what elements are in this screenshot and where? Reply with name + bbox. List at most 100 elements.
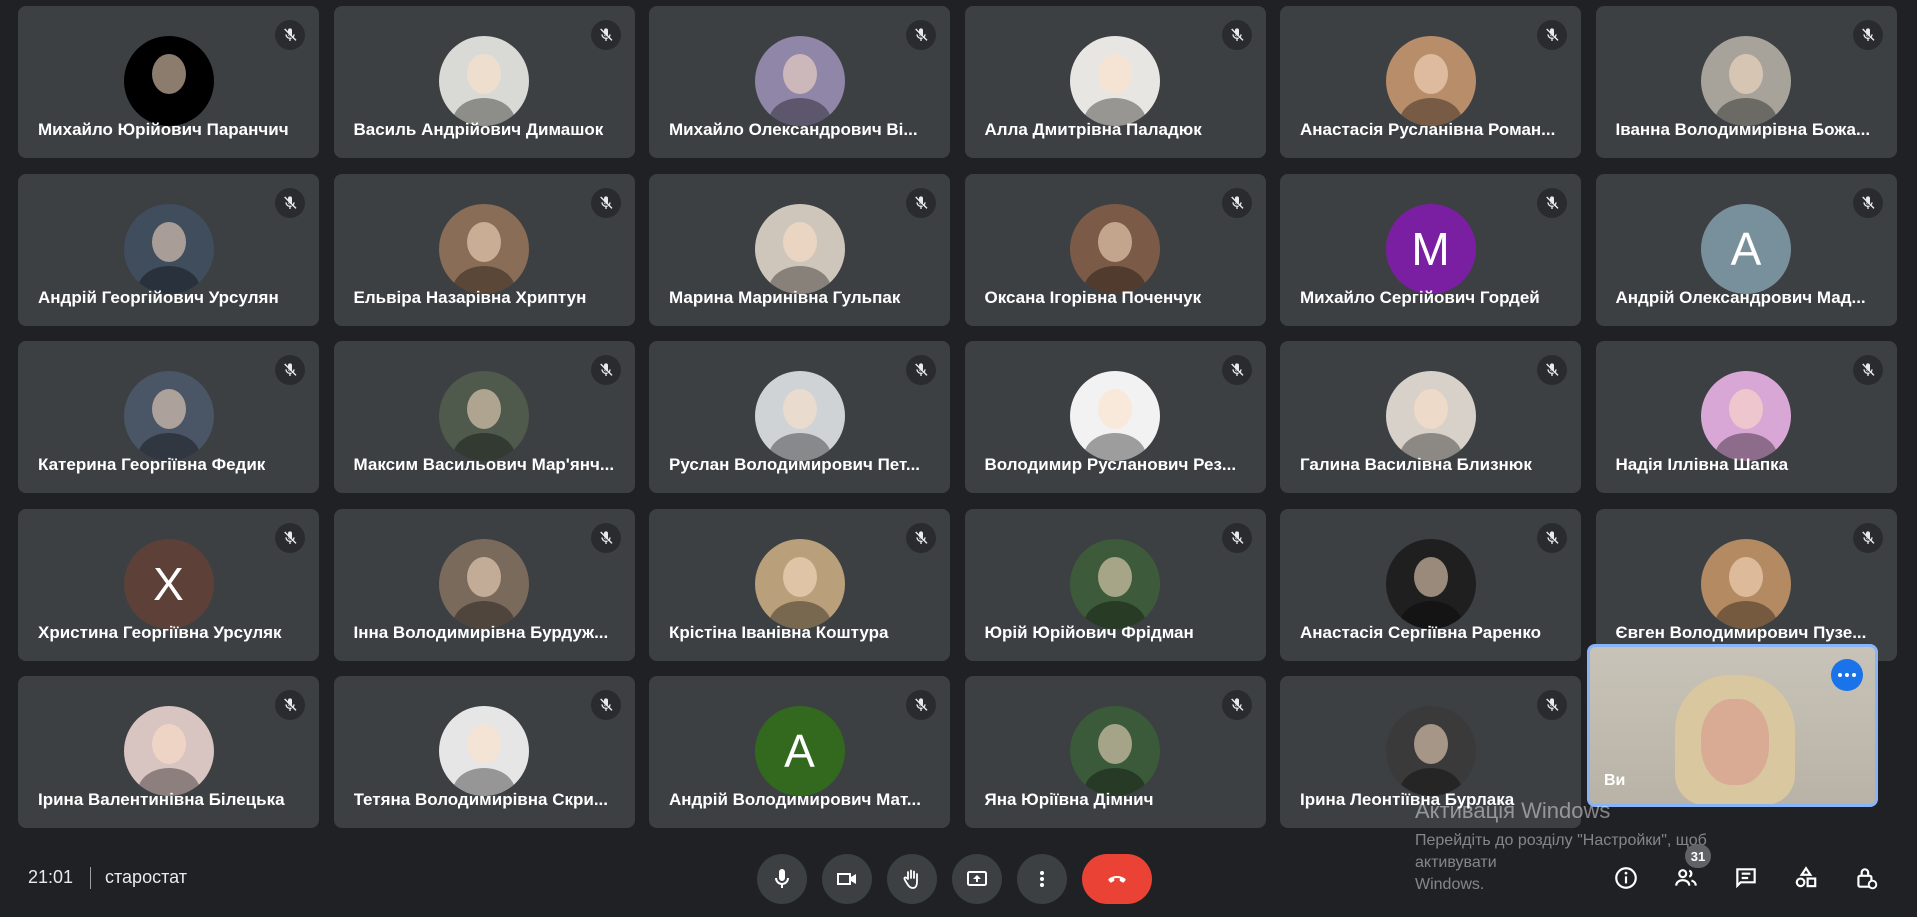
participant-tile[interactable]: X Христина Георгіївна Урсуляк: [18, 508, 319, 661]
host-controls-icon: [1857, 868, 1878, 890]
mic-off-icon: [1221, 355, 1252, 385]
avatar: [1070, 371, 1160, 461]
participant-tile[interactable]: Крістіна Іванівна Коштура: [649, 508, 950, 661]
clock-time: 21:01: [28, 867, 74, 887]
participant-name: Андрій Олександрович Мад...: [1615, 287, 1866, 307]
participant-tile[interactable]: Катерина Георгіївна Федик: [18, 341, 319, 493]
participant-tile[interactable]: Інна Володимирівна Бурдуж...: [333, 508, 635, 661]
participant-name: Марина Маринівна Гульпак: [669, 287, 901, 307]
participant-name: Яна Юріївна Дімнич: [984, 790, 1154, 809]
participant-name: Крістіна Іванівна Коштура: [669, 622, 889, 642]
participant-name: Іванна Володимирівна Божа...: [1615, 120, 1871, 139]
participant-tile[interactable]: Анастасія Сергіївна Раренко: [1280, 508, 1581, 661]
avatar-letter: M: [1411, 222, 1450, 275]
participant-tile[interactable]: Максим Васильович Мар'янч...: [333, 341, 635, 493]
avatar: [754, 203, 845, 294]
participant-tile[interactable]: Тетяна Володимирівна Скри...: [333, 676, 635, 828]
avatar: [1070, 203, 1160, 294]
participant-name: Надія Іллівна Шапка: [1615, 455, 1789, 474]
raise-hand-icon: [903, 869, 918, 889]
participant-name: Тетяна Володимирівна Скри...: [353, 790, 609, 809]
participant-name: Михайло Юрійович Парaнчич: [38, 120, 289, 139]
mic-off-icon: [1852, 187, 1883, 218]
participant-name: Галина Василівна Близнюк: [1300, 455, 1532, 474]
camera-icon: [837, 873, 856, 885]
participant-tile[interactable]: Галина Василівна Близнюк: [1280, 341, 1581, 493]
participant-tile[interactable]: Марина Маринівна Гульпак: [649, 173, 950, 326]
mic-off-icon: [1537, 187, 1567, 218]
self-view-tile[interactable]: Ви: [1587, 644, 1878, 807]
participant-tile[interactable]: Юрій Юрійович Фрідман: [964, 508, 1266, 661]
end-call-button[interactable]: [1082, 854, 1152, 904]
avatar: [754, 36, 845, 126]
participant-tile[interactable]: M Михайло Сергійович Гордей: [1280, 173, 1581, 326]
participant-tile[interactable]: Іванна Володимирівна Божа...: [1595, 6, 1897, 158]
mic-off-icon: [906, 187, 936, 218]
present-screen-button[interactable]: [952, 854, 1002, 904]
meeting-info-button[interactable]: [1608, 860, 1644, 896]
participant-tile[interactable]: Оксана Ігорівна Поченчук: [964, 173, 1266, 326]
participant-tile[interactable]: Ельвіра Назарівна Хриптун: [333, 173, 635, 326]
participant-tile[interactable]: Надія Іллівна Шапка: [1595, 341, 1897, 493]
avatar: [439, 538, 529, 629]
participant-tile[interactable]: Михайло Олександрович Ві...: [649, 6, 950, 158]
more-options-icon[interactable]: [1831, 659, 1863, 691]
mic-off-icon: [275, 187, 305, 218]
mic-off-icon: [590, 187, 621, 218]
avatar: [1385, 538, 1476, 629]
mic-off-icon: [1852, 522, 1883, 553]
mic-off-icon: [1221, 20, 1252, 50]
participant-name: Юрій Юрійович Фрідман: [984, 622, 1194, 642]
participant-tile[interactable]: Володимир Русланович Рез...: [964, 341, 1266, 493]
activities-button[interactable]: [1788, 860, 1824, 896]
avatar: X: [123, 538, 214, 629]
mic-off-icon: [590, 522, 621, 553]
avatar: A: [1701, 203, 1791, 294]
mic-off-icon: [1537, 522, 1567, 553]
mic-off-icon: [1537, 690, 1567, 720]
participant-name: Катерина Георгіївна Федик: [38, 455, 266, 474]
mic-off-icon: [1221, 690, 1252, 720]
participant-tile[interactable]: Євген Володимирович Пузе...: [1595, 508, 1897, 661]
meet-window: Михайло Юрійович Парaнчич Василь Андрійов…: [0, 0, 1917, 917]
more-options-button[interactable]: [1017, 854, 1067, 904]
participant-tile[interactable]: Андрій Георгійович Урсулян: [18, 173, 319, 326]
mic-off-icon: [275, 20, 305, 50]
watermark-title: Активація Windows: [1415, 798, 1611, 823]
meeting-name: старостат: [105, 867, 187, 887]
avatar: [439, 371, 529, 461]
participant-tile[interactable]: Алла Дмитрівна Паладюк: [964, 6, 1266, 158]
mic-off-icon: [906, 355, 936, 385]
mic-button[interactable]: [757, 854, 807, 904]
avatar: [439, 36, 529, 126]
participant-name: Андрій Володимирович Мат...: [669, 790, 921, 809]
avatar-letter: A: [784, 725, 815, 777]
avatar: [754, 371, 845, 461]
participant-name: Інна Володимирівна Бурдуж...: [353, 622, 609, 642]
participant-tile[interactable]: Руслан Володимирович Пет...: [649, 341, 950, 493]
chat-button[interactable]: [1728, 860, 1764, 896]
participant-tile[interactable]: Анастасія Русланівна Роман...: [1280, 6, 1581, 158]
mic-off-icon: [590, 355, 621, 385]
avatar: [1701, 371, 1791, 461]
avatar: [439, 706, 529, 796]
end-call-icon: [1108, 876, 1126, 883]
participant-name: Христина Георгіївна Урсуляк: [38, 622, 282, 642]
participant-tile[interactable]: Яна Юріївна Дімнич: [964, 676, 1266, 828]
avatar: [123, 706, 214, 796]
present-screen-icon: [967, 871, 987, 886]
participant-tile[interactable]: A Андрій Олександрович Мад...: [1595, 173, 1897, 326]
participant-tile[interactable]: Михайло Юрійович Парaнчич: [18, 6, 319, 158]
host-controls-button[interactable]: [1848, 860, 1884, 896]
avatar: [123, 203, 214, 294]
participant-tile[interactable]: A Андрій Володимирович Мат...: [649, 676, 950, 828]
participant-tile[interactable]: Ірина Валентинівна Білецька: [18, 676, 319, 828]
mic-off-icon: [1221, 522, 1252, 553]
participant-tile[interactable]: Василь Андрійович Димашок: [333, 6, 635, 158]
raise-hand-button[interactable]: [887, 854, 937, 904]
avatar: [754, 538, 845, 629]
avatar: [1385, 36, 1476, 126]
avatar: [123, 36, 214, 126]
camera-button[interactable]: [822, 854, 872, 904]
people-icon: [1675, 869, 1697, 886]
